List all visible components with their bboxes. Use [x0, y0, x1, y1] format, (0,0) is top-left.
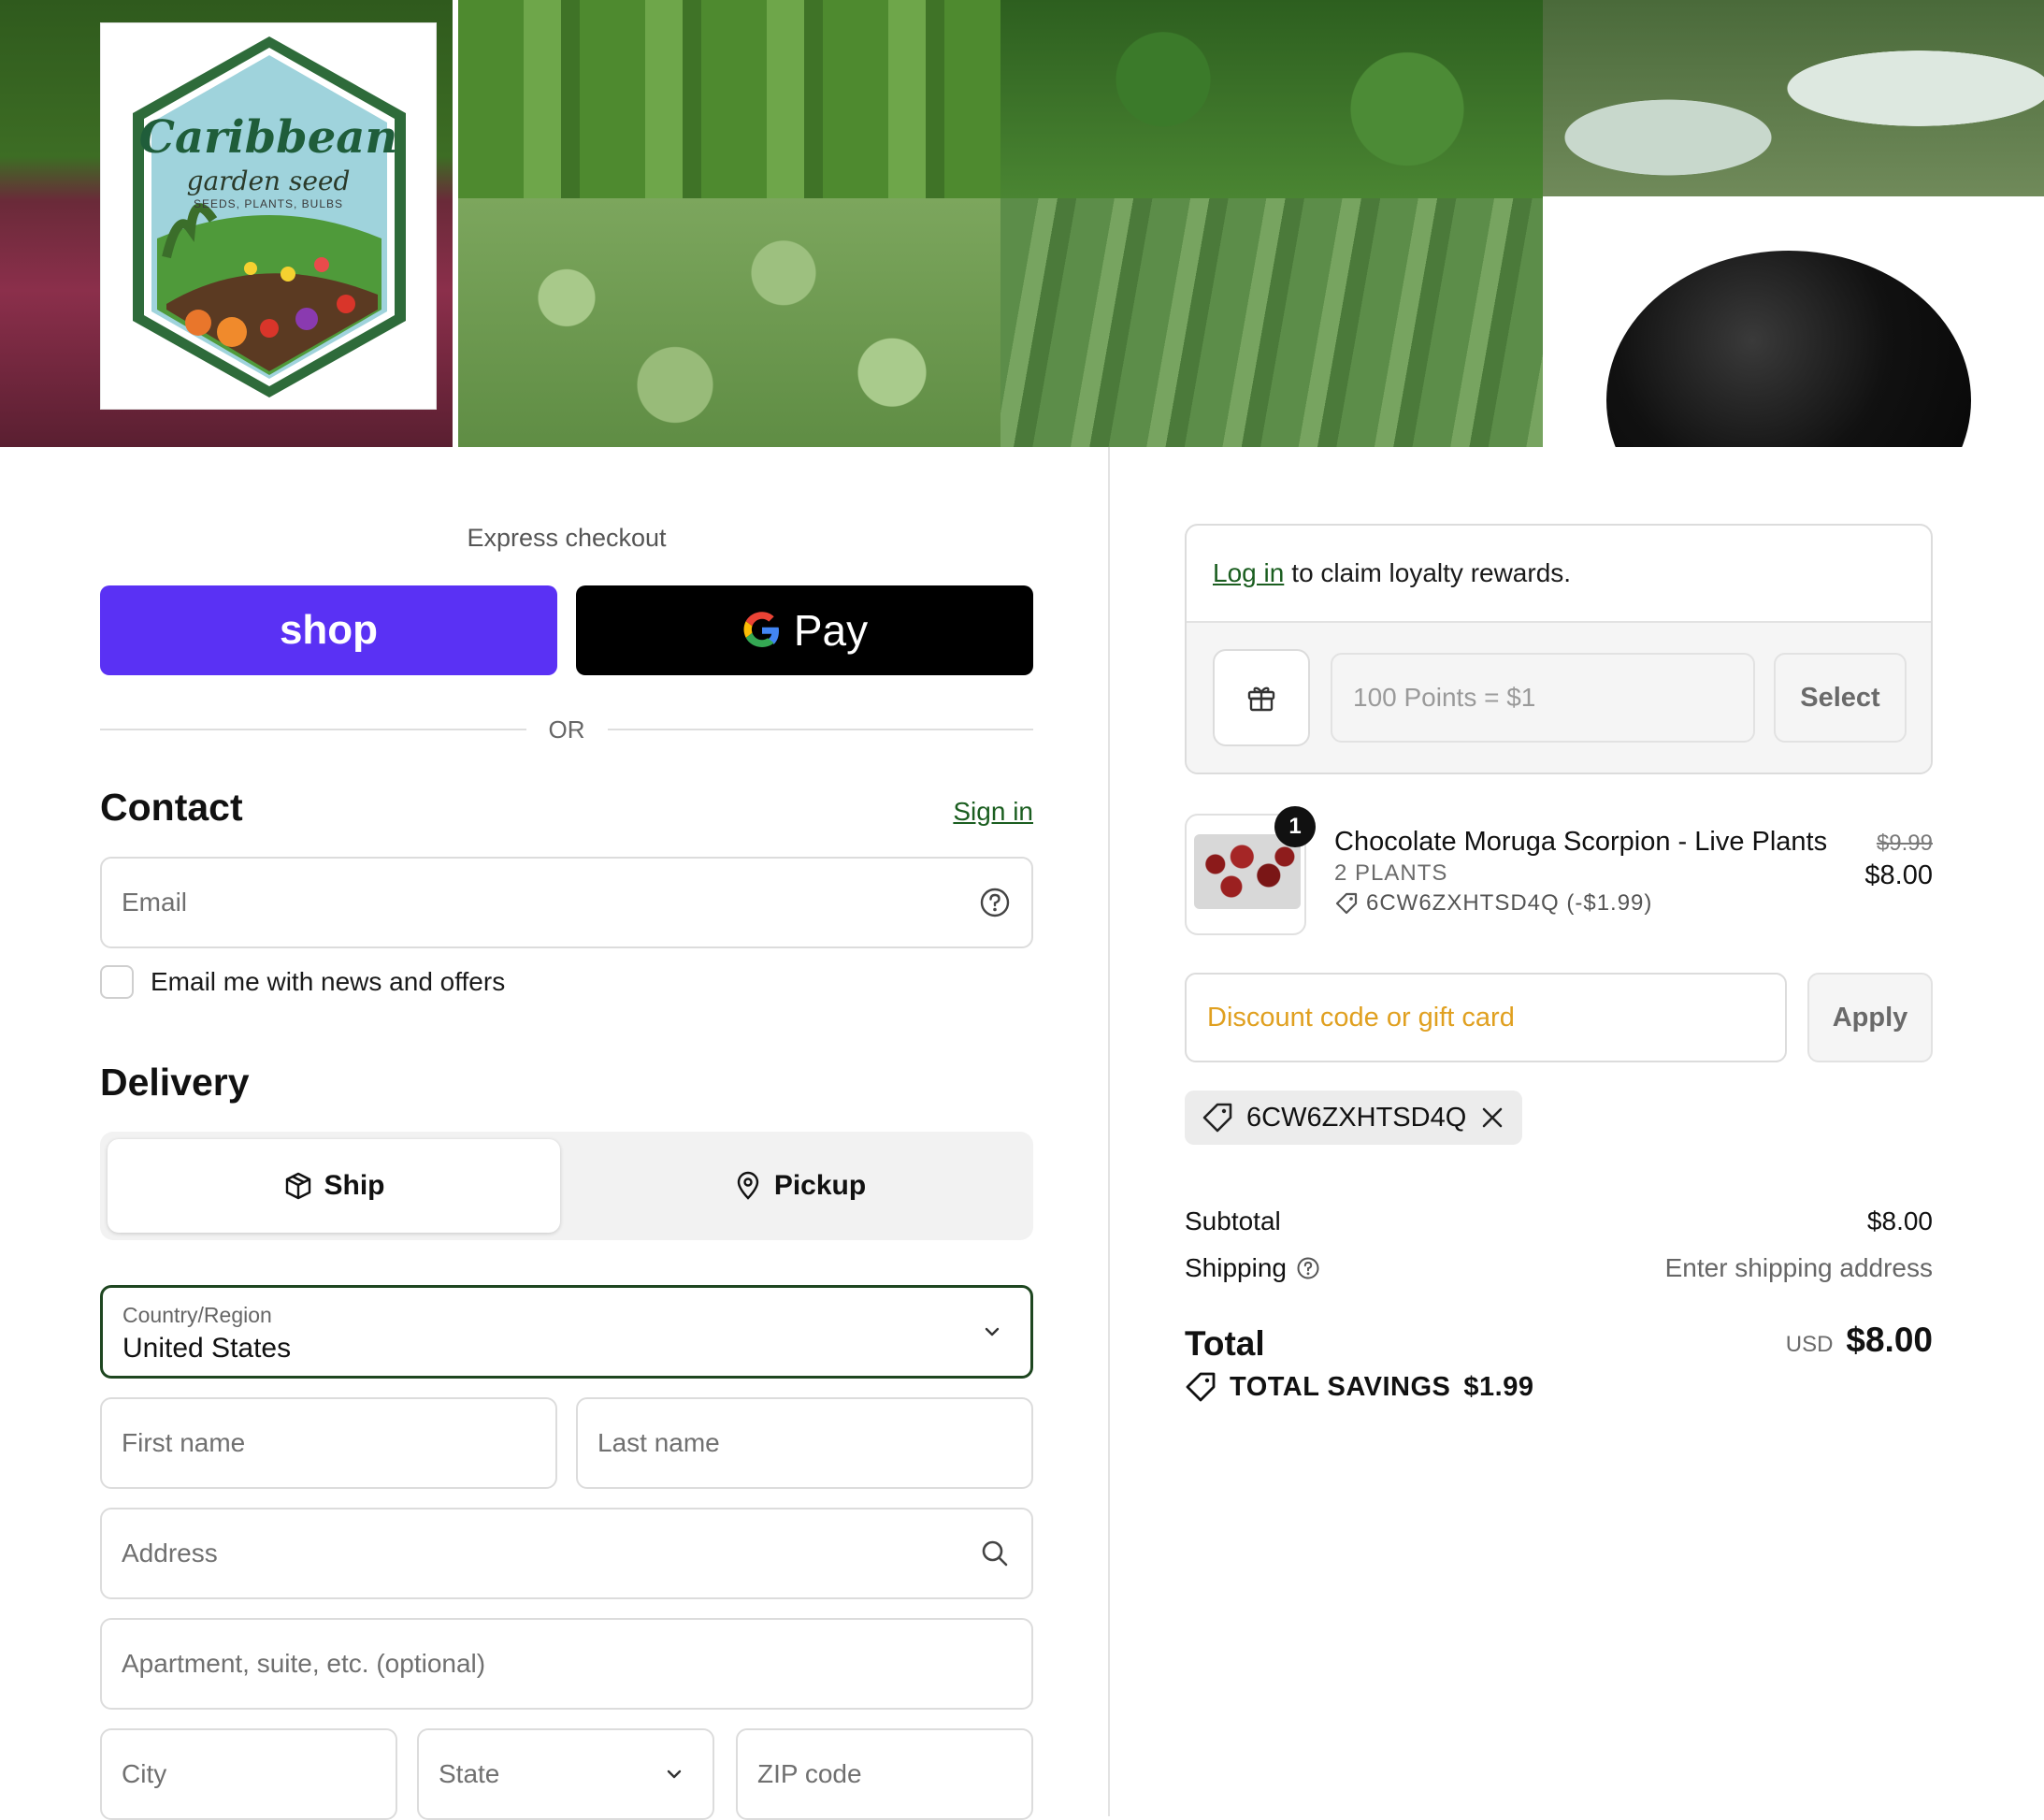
or-separator: OR — [100, 715, 1033, 744]
subtotal-label: Subtotal — [1185, 1206, 1281, 1235]
select-points-button[interactable]: Select — [1774, 653, 1907, 743]
loyalty-message: Log in to claim loyalty rewards. — [1187, 526, 1931, 623]
first-name-field[interactable]: First name — [100, 1397, 557, 1489]
delivery-method-toggle: Ship Pickup — [100, 1132, 1033, 1240]
email-placeholder: Email — [122, 888, 188, 917]
chevron-down-icon — [985, 1327, 1000, 1336]
total-savings: TOTAL SAVINGS $1.99 — [1185, 1371, 1533, 1403]
gift-icon — [1247, 686, 1275, 712]
loyalty-login-link[interactable]: Log in — [1213, 558, 1284, 588]
country-select[interactable]: Country/Region United States — [100, 1285, 1033, 1379]
tag-icon — [1186, 1372, 1216, 1402]
last-name-placeholder: Last name — [597, 1428, 720, 1457]
gift-button[interactable] — [1213, 649, 1310, 746]
banner-photo-squash — [458, 198, 1000, 447]
product-image — [1194, 834, 1301, 909]
applied-discount-chip: 6CW6ZXHTSD4Q — [1185, 1091, 1523, 1145]
product-price: $8.00 — [1864, 860, 1933, 890]
loyalty-redeem-row: 100 Points = $1 Select — [1187, 623, 1931, 773]
logo-tagline: SEEDS, PLANTS, BULBS — [193, 197, 344, 210]
applied-discount-code: 6CW6ZXHTSD4Q — [1246, 1102, 1467, 1133]
header-banner: Caribbean garden seed SEEDS, PLANTS, BUL… — [0, 0, 2044, 447]
news-offers-checkbox[interactable] — [100, 965, 134, 999]
quantity-badge: 1 — [1274, 806, 1316, 847]
country-value: United States — [122, 1333, 292, 1364]
contact-heading: Contact — [100, 786, 243, 829]
ship-label: Ship — [324, 1170, 385, 1201]
column-divider — [1108, 447, 1110, 1816]
help-circle-icon[interactable] — [1296, 1256, 1320, 1280]
apartment-placeholder: Apartment, suite, etc. (optional) — [122, 1649, 486, 1678]
shipping-value: Enter shipping address — [1664, 1253, 1933, 1282]
total-label: Total — [1185, 1324, 1265, 1363]
loyalty-rewards-panel: Log in to claim loyalty rewards. 100 Poi… — [1185, 524, 1933, 774]
logo-subtitle: garden seed — [186, 166, 351, 196]
city-field[interactable]: City — [100, 1728, 397, 1820]
first-name-placeholder: First name — [122, 1428, 246, 1457]
express-checkout-label: Express checkout — [467, 524, 667, 552]
address-field[interactable]: Address — [100, 1508, 1033, 1599]
shipping-label-group: Shipping — [1185, 1253, 1320, 1283]
product-discount: 6CW6ZXHTSD4Q (-$1.99) — [1334, 890, 1652, 917]
product-discount-text: 6CW6ZXHTSD4Q (-$1.99) — [1366, 890, 1653, 916]
separator-line-left — [100, 729, 526, 730]
apartment-field[interactable]: Apartment, suite, etc. (optional) — [100, 1618, 1033, 1710]
store-logo[interactable]: Caribbean garden seed SEEDS, PLANTS, BUL… — [100, 22, 437, 410]
zip-placeholder: ZIP code — [757, 1759, 862, 1788]
city-placeholder: City — [122, 1759, 167, 1788]
apply-discount-button[interactable]: Apply — [1807, 973, 1933, 1062]
product-original-price: $9.99 — [1876, 831, 1933, 856]
tag-icon — [1202, 1103, 1232, 1133]
pickup-label: Pickup — [773, 1170, 867, 1201]
logo-brand-name: Caribbean — [138, 111, 398, 164]
sign-in-link[interactable]: Sign in — [953, 797, 1033, 827]
banner-photo-beans — [1000, 198, 1543, 447]
logo-hexagon-icon — [133, 36, 406, 397]
ship-option[interactable]: Ship — [108, 1139, 560, 1233]
separator-line-right — [607, 729, 1033, 730]
banner-photo-cucumbers — [458, 0, 1000, 198]
google-g-icon — [743, 612, 779, 647]
tag-icon — [1335, 892, 1358, 915]
email-field[interactable]: Email — [100, 857, 1033, 948]
country-field-label: Country/Region — [122, 1303, 272, 1327]
total-value: $8.00 — [1846, 1321, 1933, 1359]
news-offers-row[interactable]: Email me with news and offers — [100, 965, 505, 999]
news-offers-label: Email me with news and offers — [151, 967, 506, 996]
last-name-field[interactable]: Last name — [576, 1397, 1033, 1489]
package-icon — [285, 1172, 310, 1200]
or-text: OR — [548, 715, 585, 744]
total-amount-group: USD $8.00 — [1786, 1321, 1933, 1360]
location-pin-icon — [737, 1171, 759, 1200]
state-placeholder: State — [439, 1759, 500, 1788]
state-select[interactable]: State — [417, 1728, 714, 1820]
shop-pay-button[interactable]: shop — [100, 585, 557, 675]
pickup-option[interactable]: Pickup — [573, 1139, 1026, 1233]
shipping-row: Shipping Enter shipping address — [1185, 1253, 1933, 1291]
search-icon — [982, 1540, 1008, 1567]
subtotal-row: Subtotal $8.00 — [1185, 1206, 1933, 1244]
banner-photo-leaves — [1000, 0, 1543, 198]
google-pay-button[interactable]: Pay — [576, 585, 1033, 675]
shipping-label: Shipping — [1185, 1253, 1287, 1282]
subtotal-value: $8.00 — [1866, 1206, 1933, 1235]
chevron-down-icon — [667, 1769, 682, 1779]
google-pay-label: Pay — [793, 606, 869, 655]
help-circle-icon[interactable] — [979, 887, 1011, 918]
points-select-input[interactable]: 100 Points = $1 — [1331, 653, 1755, 743]
total-savings-value: $1.99 — [1463, 1371, 1534, 1402]
shop-pay-label: shop — [279, 607, 379, 653]
zip-field[interactable]: ZIP code — [736, 1728, 1033, 1820]
total-savings-label: TOTAL SAVINGS — [1230, 1371, 1451, 1402]
delivery-heading: Delivery — [100, 1061, 250, 1104]
total-row: Total USD $8.00 — [1185, 1321, 1933, 1367]
product-name: Chocolate Moruga Scorpion - Live Plants — [1334, 827, 1828, 857]
loyalty-message-text: to claim loyalty rewards. — [1291, 558, 1572, 587]
total-currency: USD — [1785, 1332, 1834, 1357]
banner-photo-melons — [1543, 0, 2044, 196]
close-icon[interactable] — [1479, 1105, 1505, 1131]
address-placeholder: Address — [122, 1538, 218, 1567]
product-variant: 2 PLANTS — [1334, 860, 1448, 886]
discount-code-input[interactable]: Discount code or gift card — [1185, 973, 1787, 1062]
